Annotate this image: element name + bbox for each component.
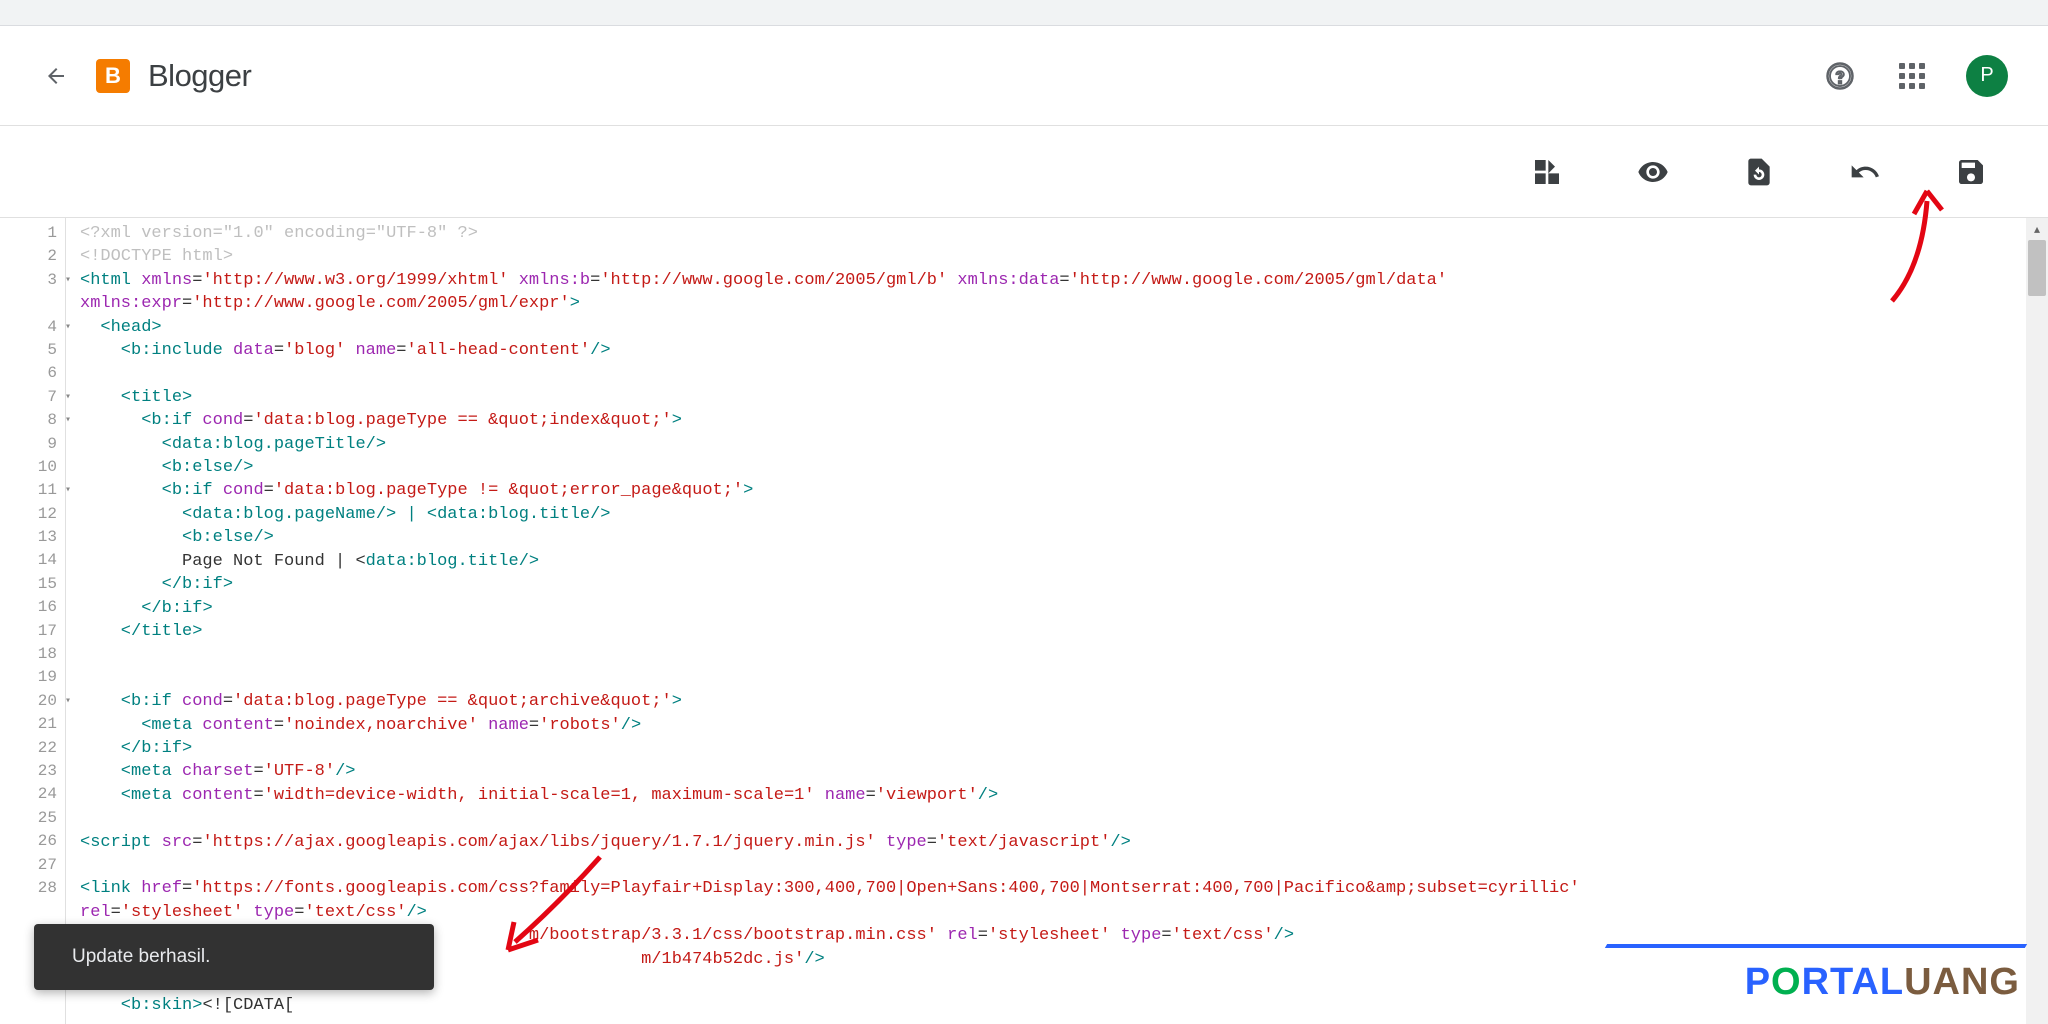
user-avatar[interactable]: P bbox=[1966, 55, 2008, 97]
help-button[interactable]: ? bbox=[1822, 58, 1858, 94]
apps-button[interactable] bbox=[1894, 58, 1930, 94]
blogger-logo-icon: B bbox=[96, 59, 130, 93]
code-editor[interactable]: 1234567891011121314151617181920212223242… bbox=[0, 218, 2048, 1024]
eye-icon bbox=[1637, 156, 1669, 188]
editor-toolbar bbox=[0, 126, 2048, 218]
line-number: 20 bbox=[0, 690, 65, 713]
line-number: 21 bbox=[0, 713, 65, 736]
line-number: 1 bbox=[0, 222, 65, 245]
line-number: 24 bbox=[0, 783, 65, 806]
line-number: 22 bbox=[0, 737, 65, 760]
line-number: 25 bbox=[0, 807, 65, 830]
line-number: 9 bbox=[0, 433, 65, 456]
code-content[interactable]: <?xml version="1.0" encoding="UTF-8" ?> … bbox=[66, 218, 2048, 1024]
restore-button[interactable] bbox=[1742, 155, 1776, 189]
line-number: 18 bbox=[0, 643, 65, 666]
svg-text:?: ? bbox=[1835, 66, 1845, 86]
help-icon: ? bbox=[1825, 61, 1855, 91]
widgets-icon bbox=[1531, 156, 1563, 188]
line-number bbox=[0, 900, 65, 923]
line-number: 10 bbox=[0, 456, 65, 479]
preview-button[interactable] bbox=[1636, 155, 1670, 189]
app-header: B Blogger ? P bbox=[0, 26, 2048, 126]
app-title: Blogger bbox=[148, 58, 251, 94]
line-number: 7 bbox=[0, 386, 65, 409]
line-number: 3 bbox=[0, 269, 65, 292]
arrow-back-icon bbox=[44, 64, 68, 88]
line-number: 12 bbox=[0, 503, 65, 526]
line-number: 28 bbox=[0, 877, 65, 900]
watermark-line bbox=[1605, 944, 2027, 948]
line-number: 26 bbox=[0, 830, 65, 853]
line-number: 6 bbox=[0, 362, 65, 385]
line-number: 13 bbox=[0, 526, 65, 549]
back-button[interactable] bbox=[40, 60, 72, 92]
line-number: 5 bbox=[0, 339, 65, 362]
scrollbar-thumb[interactable] bbox=[2028, 240, 2046, 296]
line-number: 14 bbox=[0, 549, 65, 572]
line-number bbox=[0, 292, 65, 315]
line-number: 17 bbox=[0, 620, 65, 643]
line-number: 2 bbox=[0, 245, 65, 268]
line-number: 8 bbox=[0, 409, 65, 432]
line-gutter: 1234567891011121314151617181920212223242… bbox=[0, 218, 66, 1024]
apps-grid-icon bbox=[1899, 63, 1925, 89]
scroll-up-icon[interactable]: ▴ bbox=[2026, 218, 2048, 240]
widgets-button[interactable] bbox=[1530, 155, 1564, 189]
line-number: 11 bbox=[0, 479, 65, 502]
vertical-scrollbar[interactable]: ▴ bbox=[2026, 218, 2048, 1024]
line-number: 15 bbox=[0, 573, 65, 596]
line-number: 23 bbox=[0, 760, 65, 783]
line-number: 19 bbox=[0, 666, 65, 689]
toast-notification: Update berhasil. bbox=[34, 924, 434, 990]
watermark-logo: PORTALUANG bbox=[1745, 961, 2020, 1004]
undo-button[interactable] bbox=[1848, 155, 1882, 189]
line-number: 16 bbox=[0, 596, 65, 619]
restore-page-icon bbox=[1743, 156, 1775, 188]
line-number: 4 bbox=[0, 316, 65, 339]
browser-chrome-bar bbox=[0, 0, 2048, 26]
line-number: 27 bbox=[0, 854, 65, 877]
save-icon bbox=[1955, 156, 1987, 188]
undo-icon bbox=[1849, 156, 1881, 188]
save-button[interactable] bbox=[1954, 155, 1988, 189]
